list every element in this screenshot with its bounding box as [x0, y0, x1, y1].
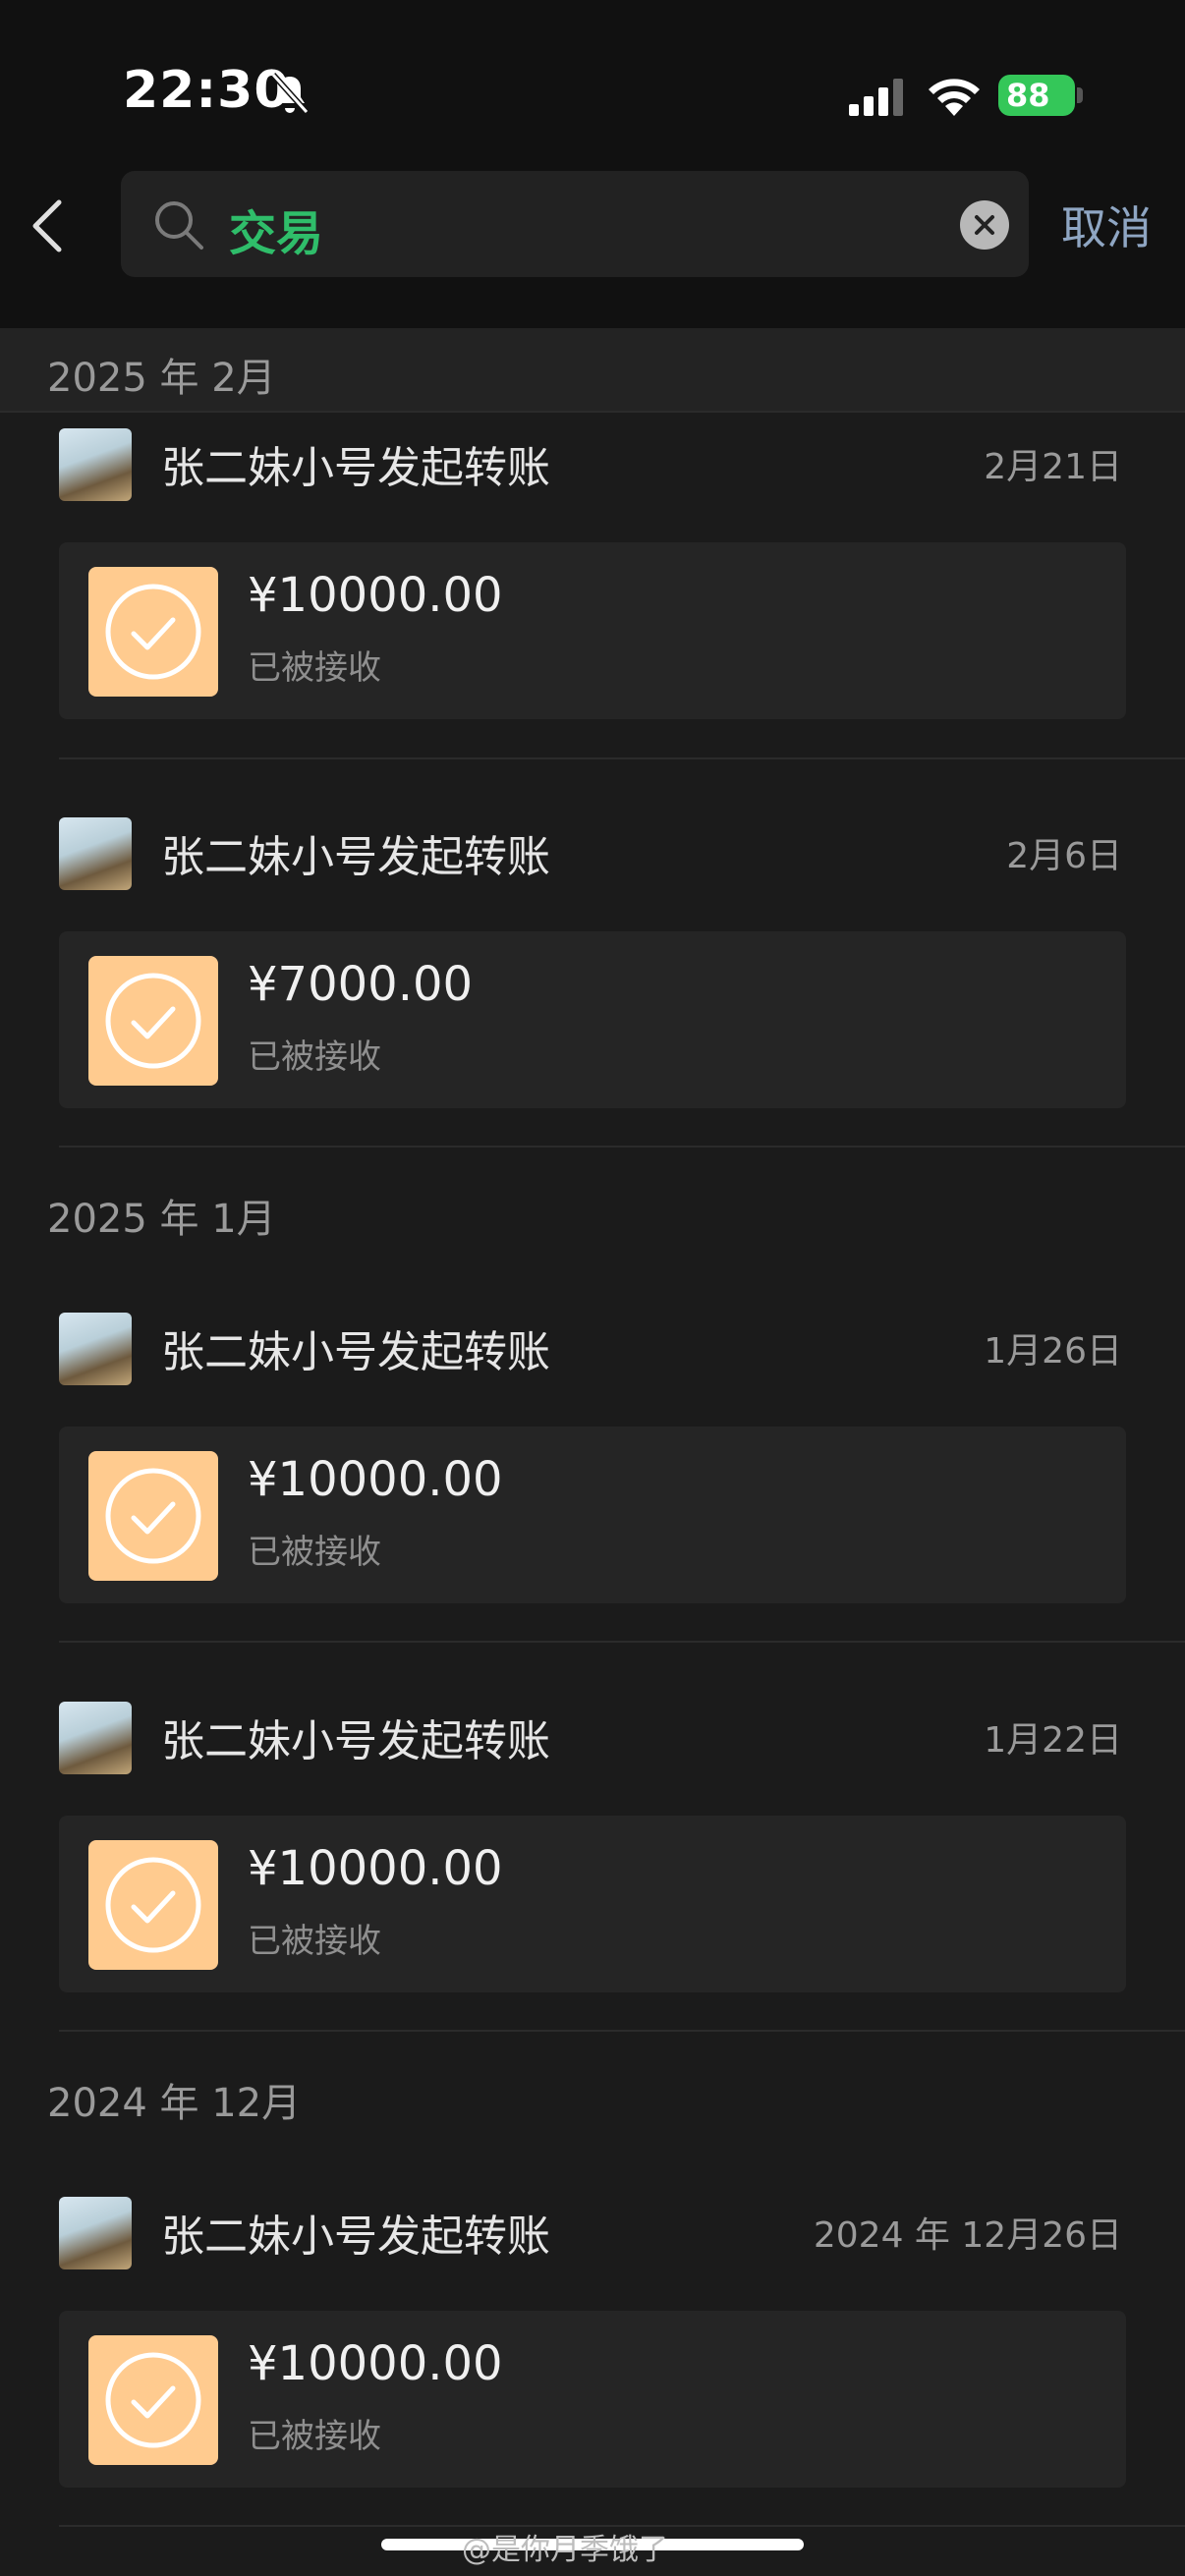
back-chevron-icon[interactable]	[26, 196, 75, 255]
transfer-amount: ¥10000.00	[248, 568, 503, 623]
record-date: 2月21日	[984, 447, 1122, 487]
search-icon	[155, 201, 203, 250]
close-icon	[975, 215, 994, 235]
transfer-accepted-icon	[88, 2335, 218, 2465]
transfer-status: 已被接收	[248, 1037, 381, 1077]
clear-search-button[interactable]	[960, 200, 1009, 250]
section-header-label: 2025 年 2月	[47, 356, 276, 401]
avatar	[59, 817, 132, 890]
divider	[59, 1641, 1185, 1643]
section-header: 2025 年 2月	[0, 328, 1185, 411]
transfer-record[interactable]: 张二妹小号发起转账 1月26日 ¥10000.00 已被接收	[0, 1289, 1185, 1677]
transfer-card[interactable]: ¥10000.00 已被接收	[59, 1816, 1126, 1992]
record-title: 张二妹小号发起转账	[161, 832, 550, 882]
transfer-amount: ¥7000.00	[248, 957, 474, 1012]
transfer-record[interactable]: 张二妹小号发起转账 2024 年 12月26日 ¥10000.00 已被接收	[0, 2173, 1185, 2561]
transfer-card[interactable]: ¥10000.00 已被接收	[59, 542, 1126, 719]
transfer-record[interactable]: 张二妹小号发起转账 1月22日 ¥10000.00 已被接收	[0, 1678, 1185, 2066]
record-title: 张二妹小号发起转账	[161, 443, 550, 493]
watermark: @是你月季饿了	[462, 2533, 668, 2567]
record-title: 张二妹小号发起转账	[161, 1327, 550, 1377]
search-query[interactable]: 交易	[229, 195, 323, 263]
transfer-accepted-icon	[88, 956, 218, 1086]
cancel-button[interactable]: 取消	[1061, 193, 1152, 257]
transfer-amount: ¥10000.00	[248, 2336, 503, 2391]
section-header-label: 2024 年 12月	[47, 2081, 302, 2126]
transfer-record[interactable]: 张二妹小号发起转账 2月6日 ¥7000.00 已被接收	[0, 794, 1185, 1182]
record-date: 1月26日	[984, 1331, 1122, 1372]
avatar	[59, 1702, 132, 1774]
divider	[59, 1146, 1185, 1148]
avatar	[59, 428, 132, 501]
transfer-card[interactable]: ¥7000.00 已被接收	[59, 931, 1126, 1108]
wifi-icon	[929, 79, 980, 116]
status-time: 22:30	[123, 61, 291, 120]
divider	[59, 757, 1185, 759]
avatar	[59, 1313, 132, 1385]
record-date: 2024 年 12月26日	[813, 2215, 1122, 2256]
transfer-status: 已被接收	[248, 2417, 381, 2456]
transfer-card[interactable]: ¥10000.00 已被接收	[59, 1427, 1126, 1603]
section-header: 2024 年 12月	[0, 2053, 1185, 2136]
transfer-record[interactable]: 张二妹小号发起转账 2月21日 ¥10000.00 已被接收	[0, 405, 1185, 793]
transfer-status: 已被接收	[248, 648, 381, 688]
transfer-status: 已被接收	[248, 1922, 381, 1961]
battery-indicator: 88	[998, 75, 1075, 116]
section-header: 2025 年 1月	[0, 1169, 1185, 1252]
record-date: 2月6日	[1006, 836, 1122, 876]
transfer-amount: ¥10000.00	[248, 1452, 503, 1507]
cellular-signal-icon	[849, 79, 903, 116]
transfer-status: 已被接收	[248, 1533, 381, 1572]
record-title: 张二妹小号发起转账	[161, 1716, 550, 1766]
transfer-accepted-icon	[88, 1451, 218, 1581]
avatar	[59, 2197, 132, 2269]
transfer-accepted-icon	[88, 567, 218, 697]
transfer-amount: ¥10000.00	[248, 1841, 503, 1896]
divider	[59, 2030, 1185, 2032]
status-bar: 22:30 88	[0, 0, 1185, 157]
battery-cap	[1077, 87, 1083, 103]
record-title: 张二妹小号发起转账	[161, 2212, 550, 2262]
section-header-label: 2025 年 1月	[47, 1197, 276, 1242]
record-date: 1月22日	[984, 1720, 1122, 1761]
search-input[interactable]: 交易	[121, 171, 1029, 277]
bell-muted-icon	[270, 72, 310, 115]
transfer-card[interactable]: ¥10000.00 已被接收	[59, 2311, 1126, 2488]
transfer-accepted-icon	[88, 1840, 218, 1970]
